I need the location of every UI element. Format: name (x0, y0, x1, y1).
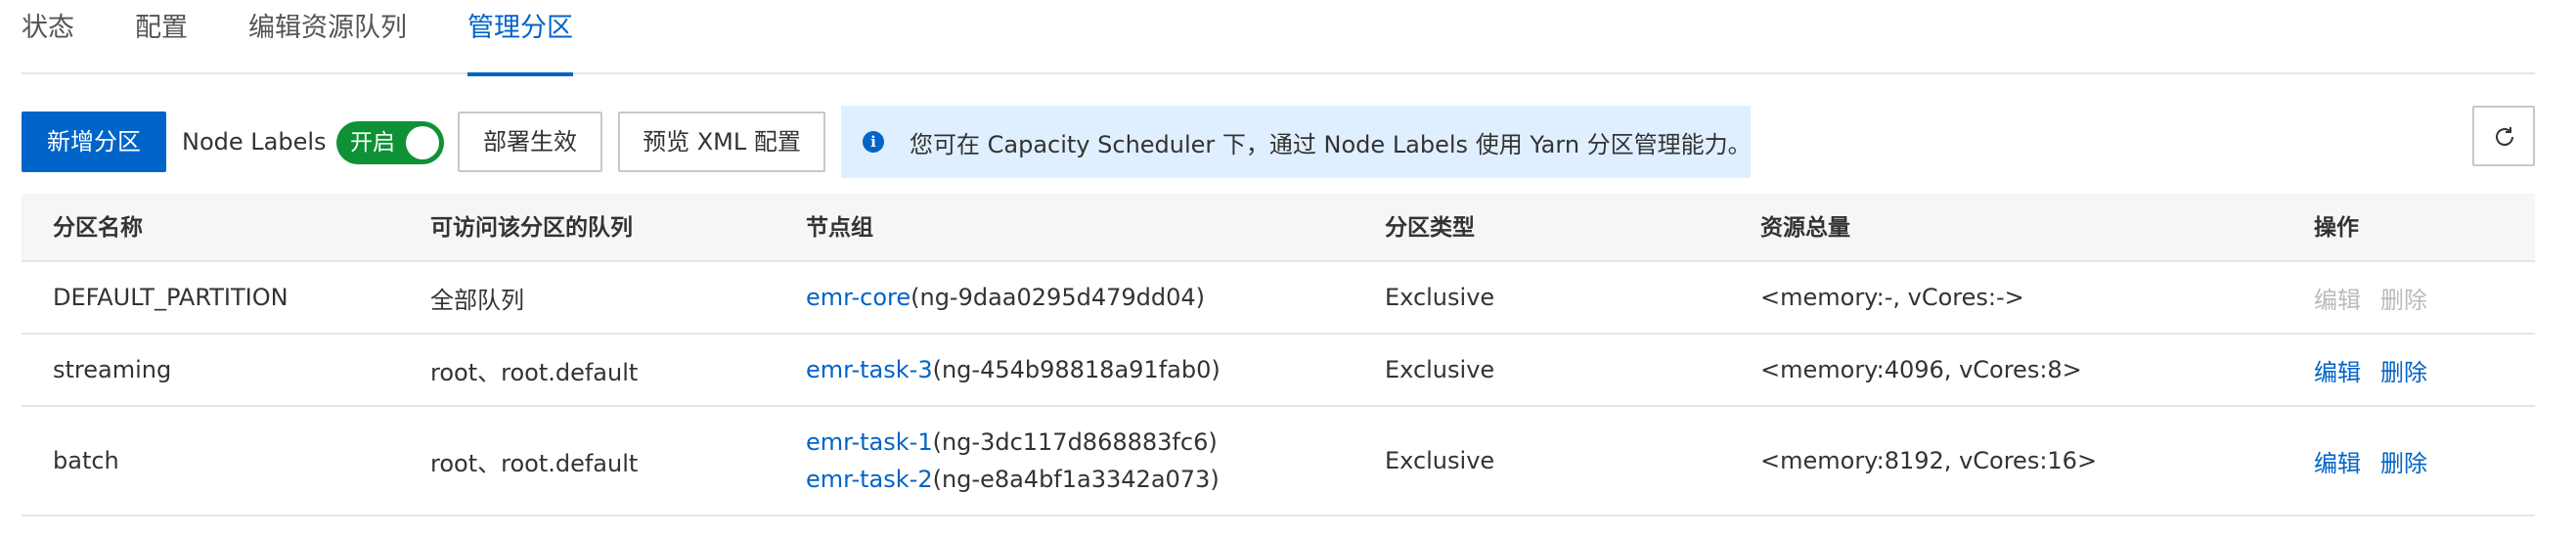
header-queues: 可访问该分区的队列 (430, 215, 633, 241)
node-group-link[interactable]: emr-task-3 (806, 356, 933, 383)
refresh-icon (2496, 127, 2513, 146)
edit-link[interactable]: 编辑 (2314, 444, 2361, 478)
table-row: DEFAULT_PARTITION 全部队列 emr-core(ng-9daa0… (22, 262, 2535, 335)
node-group-id: (ng-454b98818a91fab0) (932, 356, 1221, 383)
refresh-button[interactable] (2472, 106, 2535, 166)
node-group-link[interactable]: emr-task-2 (806, 466, 933, 493)
node-group-link[interactable]: emr-core (806, 284, 910, 311)
table-row: batch root、root.default emr-task-1(ng-3d… (22, 407, 2535, 516)
edit-link[interactable]: 编辑 (2314, 353, 2361, 387)
partition-queues: root、root.default (430, 358, 639, 386)
page: 状态 配置 编辑资源队列 管理分区 新增分区 Node Labels 开启 部署… (0, 0, 2576, 538)
info-notice: i 您可在 Capacity Scheduler 下，通过 Node Label… (841, 106, 1752, 178)
tab-manage-partitions[interactable]: 管理分区 (467, 0, 573, 76)
partition-queues: root、root.default (430, 449, 639, 477)
delete-link[interactable]: 删除 (2380, 444, 2427, 478)
partition-name: DEFAULT_PARTITION (53, 284, 289, 311)
node-group-id: (ng-9daa0295d479dd04) (910, 284, 1206, 311)
row-actions: 编辑 删除 (2314, 335, 2447, 405)
node-group-line: emr-core(ng-9daa0295d479dd04) (806, 279, 1205, 316)
row-actions: 编辑 删除 (2314, 262, 2447, 333)
partition-name: batch (53, 447, 119, 474)
info-icon: i (863, 131, 884, 153)
node-group-link[interactable]: emr-task-1 (806, 428, 933, 456)
node-group-id: (ng-e8a4bf1a3342a073) (932, 466, 1220, 493)
resource-total: <memory:8192, vCores:16> (1760, 447, 2098, 474)
partition-name: streaming (53, 356, 172, 383)
node-group-line: emr-task-1(ng-3dc117d868883fc6) (806, 424, 1220, 461)
tab-config[interactable]: 配置 (135, 0, 188, 74)
node-groups: emr-task-3(ng-454b98818a91fab0) (806, 335, 1221, 405)
partition-type: Exclusive (1385, 284, 1495, 311)
partition-type: Exclusive (1385, 447, 1495, 474)
header-partition-type: 分区类型 (1385, 215, 1475, 241)
preview-xml-button[interactable]: 预览 XML 配置 (618, 112, 825, 172)
delete-link[interactable]: 删除 (2380, 353, 2427, 387)
header-partition-name: 分区名称 (53, 215, 143, 241)
node-group-line: emr-task-3(ng-454b98818a91fab0) (806, 351, 1221, 388)
header-resources: 资源总量 (1760, 215, 1850, 241)
partitions-table: 分区名称 可访问该分区的队列 节点组 分区类型 资源总量 操作 DEFAULT_… (22, 194, 2535, 516)
header-actions: 操作 (2314, 215, 2359, 241)
switch-text: 开启 (350, 130, 395, 156)
header-node-groups: 节点组 (806, 215, 873, 241)
node-labels-label: Node Labels (182, 128, 327, 156)
table-row: streaming root、root.default emr-task-3(n… (22, 335, 2535, 407)
node-labels-switch[interactable]: 开启 (336, 121, 444, 164)
resource-total: <memory:-, vCores:-> (1760, 284, 2024, 311)
node-group-id: (ng-3dc117d868883fc6) (932, 428, 1218, 456)
partition-type: Exclusive (1385, 356, 1495, 383)
table-header: 分区名称 可访问该分区的队列 节点组 分区类型 资源总量 操作 (22, 194, 2535, 262)
node-groups: emr-task-1(ng-3dc117d868883fc6) emr-task… (806, 407, 1220, 515)
toolbar: 新增分区 Node Labels 开启 部署生效 预览 XML 配置 i 您可在… (22, 106, 2535, 178)
deploy-button[interactable]: 部署生效 (458, 112, 602, 172)
edit-link: 编辑 (2314, 286, 2361, 314)
switch-knob (406, 126, 439, 159)
notice-text: 您可在 Capacity Scheduler 下，通过 Node Labels … (910, 130, 1752, 158)
delete-link: 删除 (2380, 286, 2427, 314)
add-partition-button[interactable]: 新增分区 (22, 112, 166, 172)
row-actions: 编辑 删除 (2314, 407, 2447, 515)
tab-bar: 状态 配置 编辑资源队列 管理分区 (22, 0, 2535, 76)
node-group-line: emr-task-2(ng-e8a4bf1a3342a073) (806, 461, 1220, 498)
node-groups: emr-core(ng-9daa0295d479dd04) (806, 262, 1205, 333)
tab-edit-queues[interactable]: 编辑资源队列 (248, 0, 407, 74)
resource-total: <memory:4096, vCores:8> (1760, 356, 2082, 383)
partition-queues: 全部队列 (430, 286, 524, 314)
tab-status[interactable]: 状态 (22, 0, 74, 74)
